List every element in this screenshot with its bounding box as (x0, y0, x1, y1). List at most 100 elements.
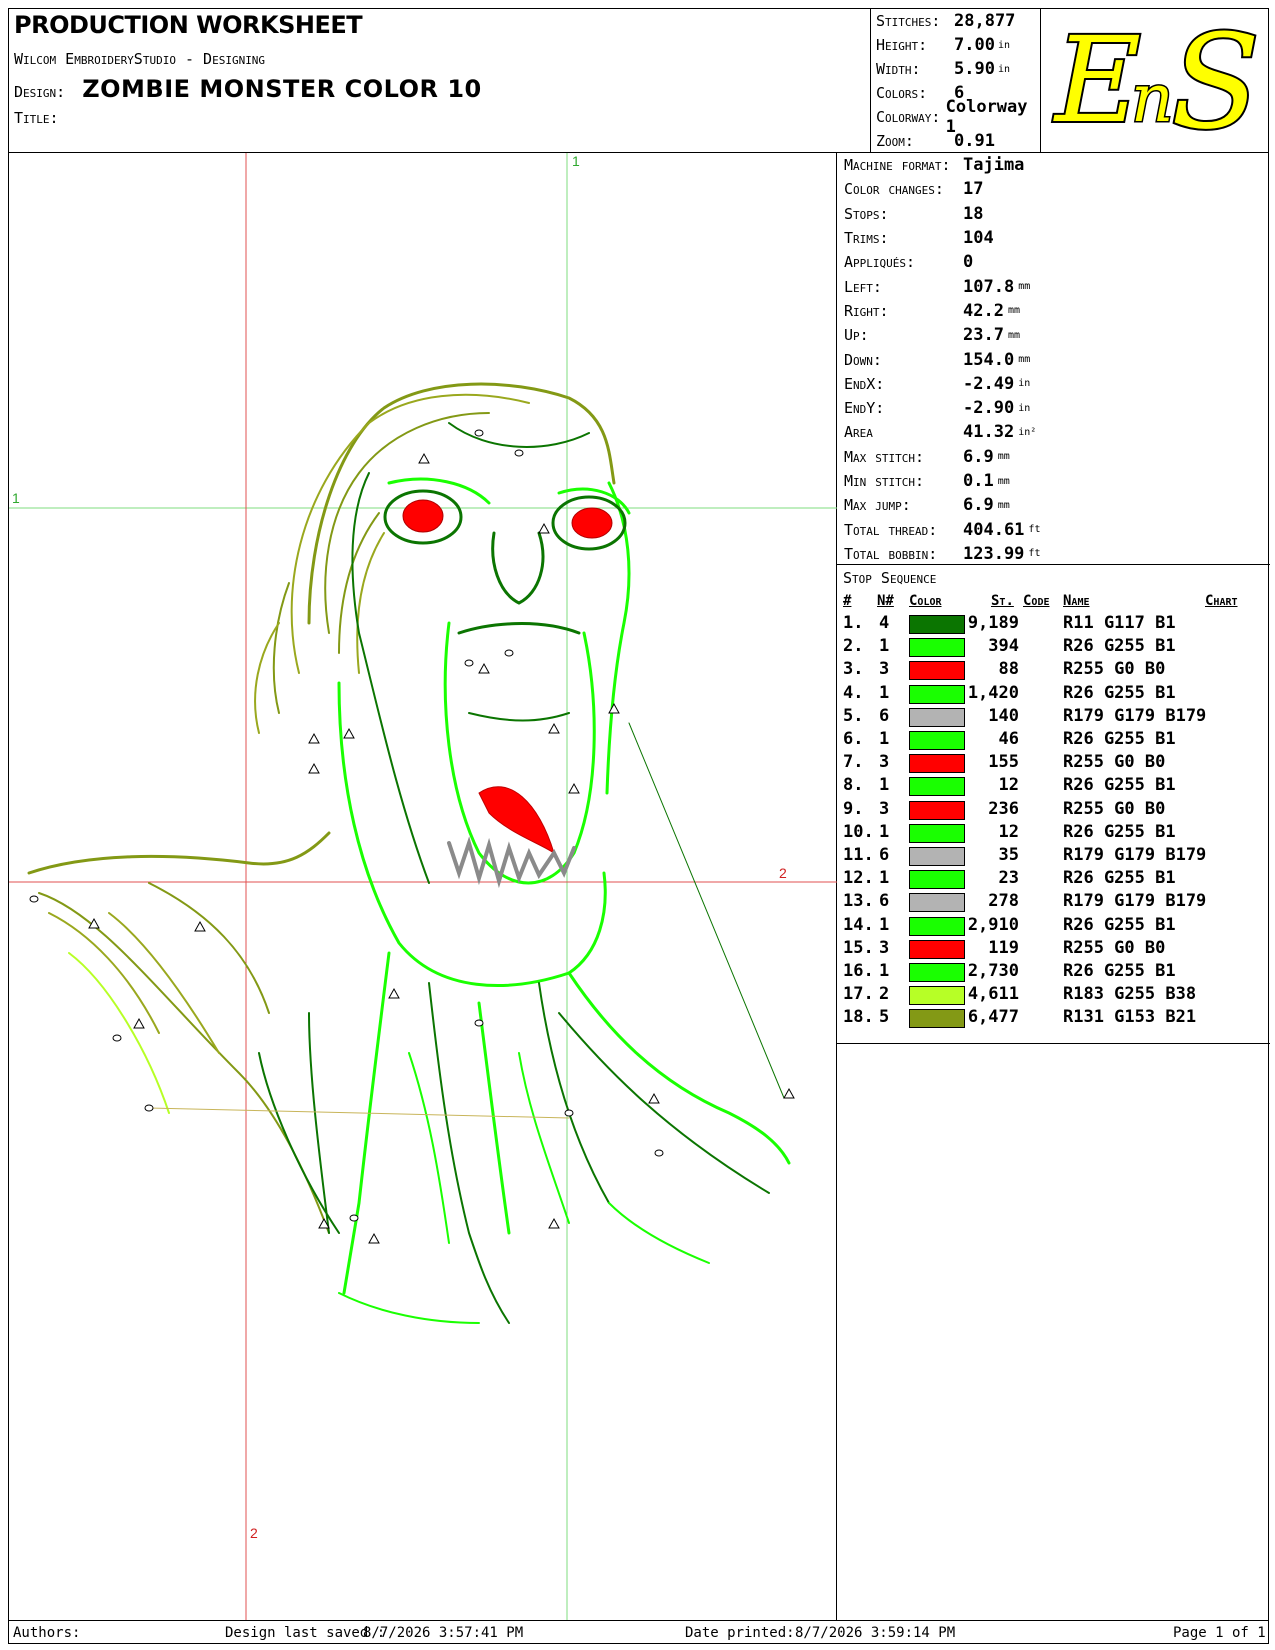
stitch-count: 46 (998, 729, 1019, 749)
stop-row: 5. 6 140 R179 G179 B179 (843, 706, 1263, 730)
info-row: Left: 107.8 mm (844, 274, 1270, 298)
stitch-count: 140 (988, 705, 1019, 726)
color-swatch (909, 939, 965, 959)
printed-value: 8/7/2026 3:59:14 PM (795, 1625, 956, 1641)
summary-label: Height: (876, 36, 928, 54)
stop-number: 15. (843, 937, 874, 958)
summary-label: Stitches: (876, 12, 941, 30)
color-swatch (909, 847, 965, 866)
col-header-color: Color (909, 593, 942, 609)
stop-number: 2. (843, 636, 864, 657)
stop-number: 17. (843, 984, 874, 1005)
stop-number: 5. (843, 705, 864, 726)
info-row: Total thread: 404.61 ft (844, 517, 1270, 541)
design-label: Design: (14, 83, 66, 101)
info-label: Max jump: (844, 496, 911, 515)
info-value: 18 (963, 203, 984, 224)
color-name: R26 G255 B1 (1063, 868, 1176, 889)
info-label: Appliqués: (844, 253, 916, 272)
color-name: R11 G117 B1 (1063, 613, 1176, 633)
design-canvas: 1 1 2 2 (9, 153, 837, 1620)
needle-number: 1 (879, 775, 890, 796)
stop-row: 2. 1 394 R26 G255 B1 (843, 636, 1263, 660)
stop-number: 3. (843, 659, 864, 680)
info-value: 41.32 (963, 422, 1015, 443)
stitch-count: 2,730 (967, 961, 1019, 981)
info-unit: ft (1028, 524, 1041, 536)
color-swatch (909, 684, 965, 704)
info-row: Right: 42.2 mm (844, 299, 1270, 323)
info-row: Total bobbin: 123.99 ft (844, 542, 1270, 566)
stop-row: 9. 3 236 R255 G0 B0 (843, 799, 1263, 823)
stop-row: 18. 5 6,477 R131 G153 B21 (843, 1007, 1263, 1031)
summary-value: 28,877 (954, 11, 1016, 31)
worksheet-header: PRODUCTION WORKSHEET Wilcom EmbroiderySt… (8, 4, 1269, 160)
worksheet-body: 1 1 2 2 Machine format: Tajima Color cha… (8, 153, 1270, 1620)
color-swatch (909, 638, 965, 658)
design-name: ZOMBIE MONSTER COLOR 10 (82, 75, 482, 103)
info-value: 104 (963, 228, 994, 249)
stitch-count: 6,477 (967, 1007, 1019, 1028)
info-row: Down: 154.0 mm (844, 347, 1270, 371)
needle-number: 1 (879, 914, 890, 935)
worksheet-title: PRODUCTION WORKSHEET (14, 11, 363, 39)
saved-label: Design last saved : (225, 1625, 386, 1641)
info-unit: mm (997, 451, 1010, 463)
color-name: R26 G255 B1 (1063, 682, 1176, 703)
design-line: Design: ZOMBIE MONSTER COLOR 10 (14, 75, 482, 103)
stop-row: 13. 6 278 R179 G179 B179 (843, 891, 1263, 915)
info-row: Area 41.32 in² (844, 420, 1270, 444)
color-name: R26 G255 B1 (1063, 775, 1176, 796)
col-header-num: # (843, 593, 852, 609)
info-label: Right: (844, 301, 889, 320)
stop-row: 7. 3 155 R255 G0 B0 (843, 752, 1263, 776)
info-unit: mm (1007, 305, 1020, 317)
guide-label-red-bottom: 2 (250, 1525, 258, 1541)
color-name: R183 G255 B38 (1063, 984, 1197, 1005)
stop-row: 14. 1 2,910 R26 G255 B1 (843, 915, 1263, 939)
stop-row: 3. 3 88 R255 G0 B0 (843, 659, 1263, 683)
info-value: 6.9 (963, 446, 994, 467)
info-unit: ft (1028, 548, 1041, 560)
info-row: Trims: 104 (844, 226, 1270, 250)
color-swatch (909, 916, 965, 936)
summary-unit: in (997, 63, 1010, 75)
stop-number: 14. (843, 914, 874, 935)
stop-number: 12. (843, 868, 874, 889)
svg-text:E: E (1053, 11, 1141, 149)
color-name: R255 G0 B0 (1063, 659, 1166, 680)
info-unit: in (1018, 402, 1031, 414)
color-name: R179 G179 B179 (1063, 891, 1207, 912)
info-value: 123.99 (963, 543, 1025, 564)
info-label: Stops: (844, 204, 889, 223)
color-swatch (909, 1009, 965, 1029)
info-label: Machine format: (844, 156, 951, 175)
stop-number: 13. (843, 891, 874, 912)
info-label: Color changes: (844, 180, 944, 199)
summary-value: 0.91 (954, 131, 995, 151)
info-row: Appliqués: 0 (844, 250, 1270, 274)
stitch-count: 2,910 (967, 914, 1019, 935)
info-unit: mm (1018, 354, 1031, 366)
info-label: Up: (844, 326, 869, 345)
summary-value: 5.90 (954, 59, 995, 79)
guide-label-green-left: 1 (12, 490, 20, 506)
color-swatch (909, 893, 965, 913)
info-unit: mm (1007, 329, 1020, 341)
printed-label: Date printed: (685, 1625, 795, 1641)
needle-number: 6 (879, 845, 890, 865)
stitch-count: 12 (998, 821, 1019, 842)
info-row: Max stitch: 6.9 mm (844, 445, 1270, 469)
stop-row: 12. 1 23 R26 G255 B1 (843, 868, 1263, 892)
info-value: 0 (963, 252, 974, 273)
summary-row: Height: 7.00 in (876, 33, 1040, 57)
color-swatch (909, 800, 965, 820)
info-label: EndY: (844, 399, 885, 418)
stitch-count: 1,420 (967, 682, 1019, 703)
color-name: R255 G0 B0 (1063, 752, 1166, 773)
info-row: EndY: -2.90 in (844, 396, 1270, 420)
info-value: 404.61 (963, 519, 1025, 540)
color-name: R26 G255 B1 (1063, 729, 1176, 749)
info-value: 154.0 (963, 349, 1015, 370)
guide-label-green-top: 1 (572, 153, 580, 169)
